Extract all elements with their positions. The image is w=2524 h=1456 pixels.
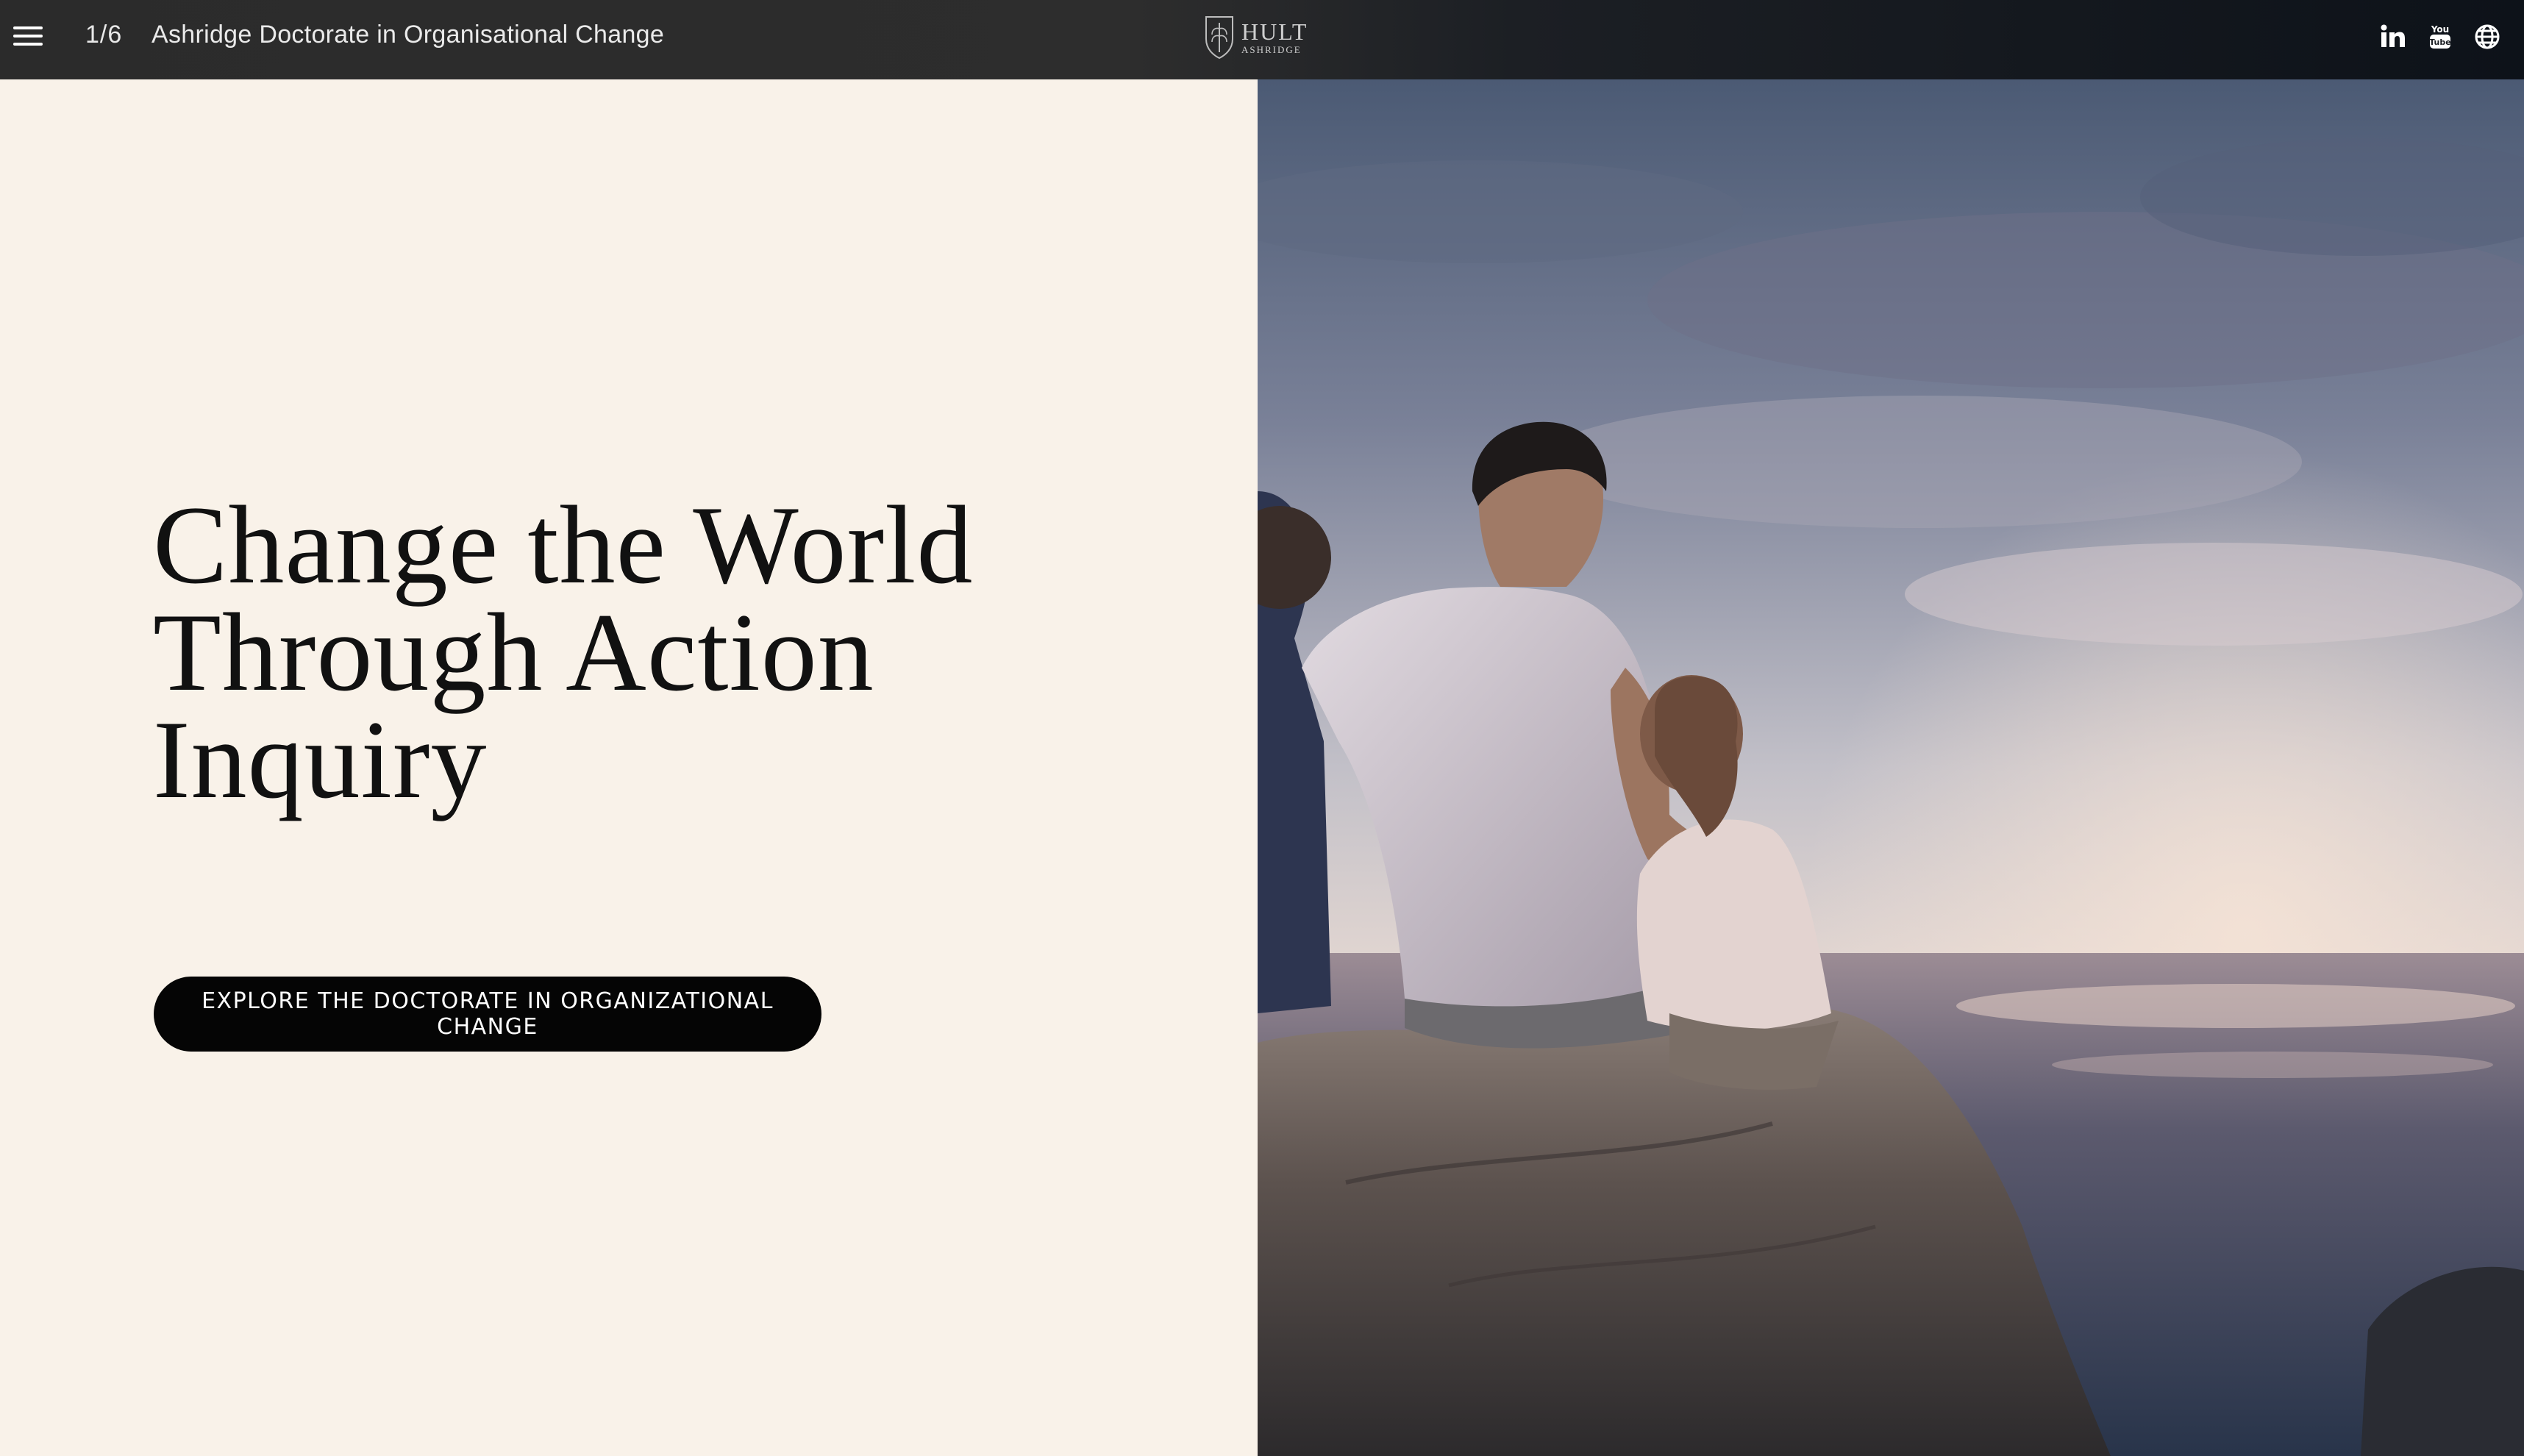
family-on-rock-image bbox=[1258, 79, 2524, 1456]
hamburger-menu-icon[interactable] bbox=[13, 24, 43, 50]
hult-ashridge-logo[interactable]: HULT ASHRIDGE bbox=[1202, 10, 1312, 63]
hero-heading-line: Inquiry bbox=[153, 698, 488, 821]
hero-panel: Change the World Through Action Inquiry … bbox=[0, 79, 1258, 1456]
hero-heading-line: Change the World bbox=[153, 483, 974, 607]
course-title: Ashridge Doctorate in Organisational Cha… bbox=[151, 21, 665, 49]
crest-icon bbox=[1205, 16, 1233, 60]
hero-heading-line: Through Action bbox=[153, 590, 874, 714]
logo-wordmark: HULT bbox=[1241, 18, 1308, 45]
slide-counter: 1/6 bbox=[85, 21, 123, 49]
logo-subtitle: ASHRIDGE bbox=[1241, 43, 1302, 55]
hero-heading: Change the World Through Action Inquiry bbox=[153, 483, 1183, 821]
youtube-icon[interactable]: You Tube bbox=[2425, 22, 2455, 51]
top-bar: 1/6 Ashridge Doctorate in Organisational… bbox=[0, 0, 2524, 79]
globe-icon[interactable] bbox=[2473, 22, 2502, 51]
explore-doctorate-button[interactable]: EXPLORE THE DOCTORATE IN ORGANIZATIONAL … bbox=[154, 977, 821, 1052]
linkedin-icon[interactable] bbox=[2378, 22, 2408, 51]
svg-text:You: You bbox=[2431, 24, 2449, 35]
hero-photo bbox=[1258, 79, 2524, 1456]
svg-text:Tube: Tube bbox=[2429, 38, 2450, 47]
